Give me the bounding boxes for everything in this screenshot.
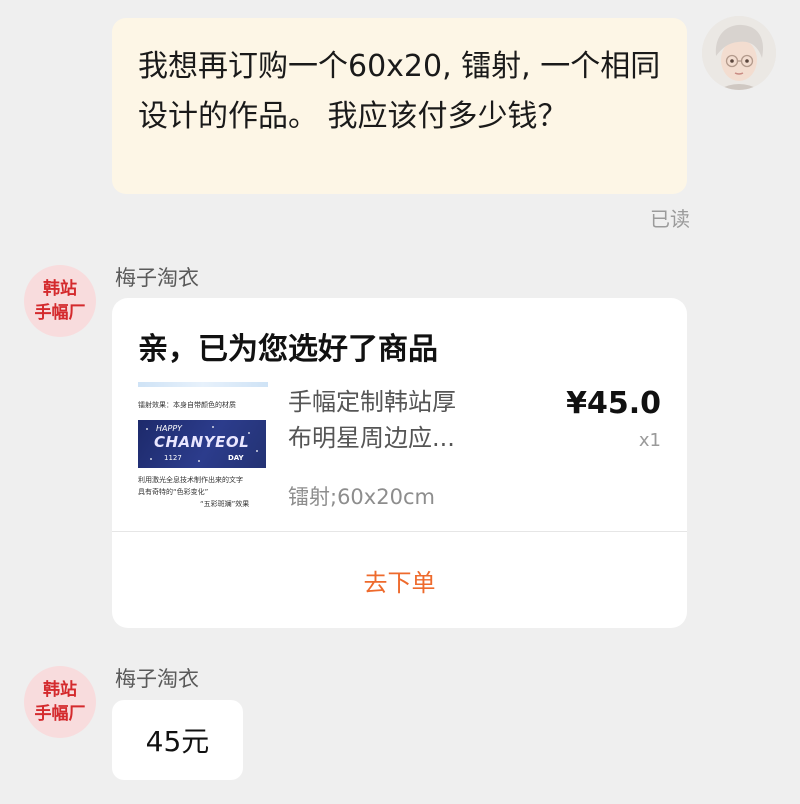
product-thumbnail[interactable]: 镭射效果：本身自带颜色的材质 HAPPY CHANYEOL 1127 DAY 利… <box>138 382 268 512</box>
thumbnail-banner: HAPPY CHANYEOL 1127 DAY <box>138 420 266 468</box>
read-status: 已读 <box>650 207 690 231</box>
card-title: 亲，已为您选好了商品 <box>138 332 438 367</box>
shop-avatar[interactable]: 韩站 手幅厂 <box>24 666 96 738</box>
thumbnail-caption-bottom2: 具有奇特的“色彩变化” <box>138 488 209 496</box>
product-name[interactable]: 手幅定制韩站厚 布明星周边应... <box>288 384 508 456</box>
shop-reply-bubble: 45元 <box>112 700 243 780</box>
user-message-bubble: 我想再订购一个60x20, 镭射, 一个相同设计的作品。 我应该付多少钱？ <box>112 18 687 194</box>
banner-happy: HAPPY <box>156 424 183 433</box>
user-avatar[interactable] <box>702 16 776 90</box>
shop-avatar[interactable]: 韩站 手幅厂 <box>24 265 96 337</box>
thumbnail-caption-bottom3: “五彩斑斓”效果 <box>200 500 250 508</box>
user-message-text: 我想再订购一个60x20, 镭射, 一个相同设计的作品。 我应该付多少钱？ <box>138 49 661 134</box>
product-spec: 镭射;60x20cm <box>288 485 435 509</box>
shop-avatar-line1: 韩站 <box>43 680 77 700</box>
user-avatar-image <box>702 16 776 90</box>
place-order-button[interactable]: 去下单 <box>112 532 687 628</box>
shop-avatar-line1: 韩站 <box>43 279 77 299</box>
product-quantity: x1 <box>638 430 661 451</box>
shop-reply-text: 45元 <box>145 725 210 758</box>
thumbnail-caption-top: 镭射效果：本身自带颜色的材质 <box>138 401 236 409</box>
shop-avatar-line2: 手幅厂 <box>34 704 86 724</box>
product-price: ¥45.0 <box>566 386 661 421</box>
thumbnail-top-strip <box>138 382 268 387</box>
shop-name: 梅子淘衣 <box>115 667 199 691</box>
shop-avatar-line2: 手幅厂 <box>34 303 86 323</box>
thumbnail-caption-bottom1: 利用激光全息技术制作出来的文字 <box>138 476 243 484</box>
banner-day: DAY <box>228 454 244 462</box>
banner-date: 1127 <box>164 454 182 462</box>
banner-name: CHANYEOL <box>154 433 250 451</box>
product-card[interactable]: 亲，已为您选好了商品 镭射效果：本身自带颜色的材质 HAPPY CHANYEOL… <box>112 298 687 628</box>
shop-name: 梅子淘衣 <box>115 266 199 290</box>
